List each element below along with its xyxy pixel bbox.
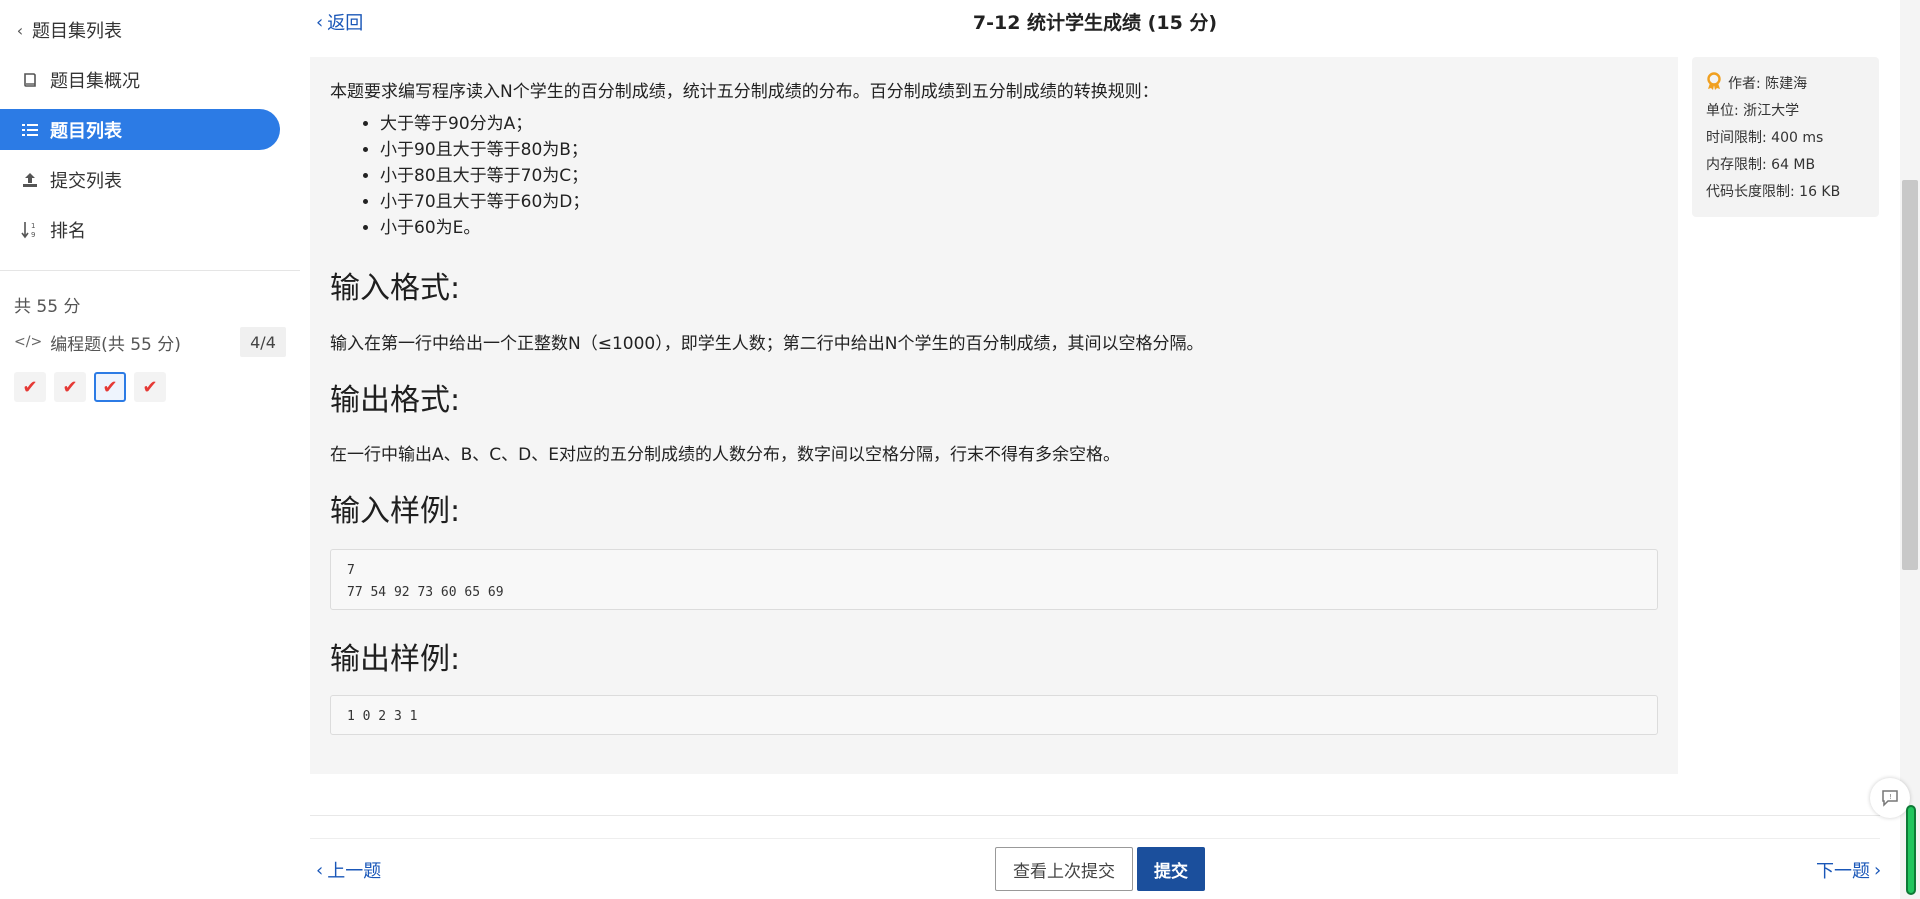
back-link[interactable]: ‹ 返回 [316,10,364,35]
problem-status-4[interactable]: ✔ [134,372,166,402]
problem-status-list: ✔ ✔ ✔ ✔ [14,372,166,402]
problem-status-3[interactable]: ✔ [94,372,126,402]
sidebar-item-label: 排名 [50,221,86,242]
time-limit-text: 时间限制: 400 ms [1706,130,1824,146]
problem-content: 本题要求编写程序读入N个学生的百分制成绩，统计五分制成绩的分布。百分制成绩到五分… [310,57,1678,774]
sidebar-item-ranking[interactable]: 19 排名 [18,210,86,250]
problem-status-2[interactable]: ✔ [54,372,86,402]
next-label: 下一题 [1816,861,1870,882]
list-item: 大于等于90分为A； [380,111,589,137]
sidebar-item-label: 提交列表 [50,171,122,192]
category-count-badge: 4/4 [240,327,286,357]
memory-limit-text: 内存限制: 64 MB [1706,157,1816,173]
book-icon [18,72,42,88]
author-text: 作者: 陈建海 [1728,76,1808,92]
footer-divider-2 [310,838,1880,839]
problem-intro: 本题要求编写程序读入N个学生的百分制成绩，统计五分制成绩的分布。百分制成绩到五分… [330,82,1159,102]
author-row: 作者: 陈建海 [1706,71,1865,98]
input-format-text: 输入在第一行中给出一个正整数N（≤1000），即学生人数；第二行中给出N个学生的… [330,334,1204,354]
sidebar: ‹ 题目集列表 题目集概况 题目列表 提交列表 19 排名 共 55 分 </>… [0,0,300,899]
svg-text:9: 9 [31,231,35,239]
sample-output-heading: 输出样例: [330,642,461,677]
category-programming[interactable]: </> 编程题(共 55 分) 4/4 [14,327,286,357]
output-format-heading: 输出格式: [330,383,461,418]
list-item: 小于90且大于等于80为B； [380,137,589,163]
problem-status-1[interactable]: ✔ [14,372,46,402]
input-format-heading: 输入格式: [330,271,461,306]
view-last-submission-button[interactable]: 查看上次提交 [995,847,1133,891]
sidebar-item-problem-list[interactable]: 题目列表 [0,109,280,150]
sidebar-item-submissions[interactable]: 提交列表 [18,160,122,200]
medal-icon [1706,71,1722,98]
list-item: 小于80且大于等于70为C； [380,163,589,189]
next-problem-link[interactable]: 下一题 › [1816,857,1881,883]
svg-text:1: 1 [31,222,35,230]
sample-input-heading: 输入样例: [330,494,461,529]
code-icon: </> [14,334,43,350]
scrollbar-thumb[interactable] [1902,180,1918,570]
rules-list: 大于等于90分为A； 小于90且大于等于80为B； 小于80且大于等于70为C；… [380,111,589,241]
chevron-right-icon: › [1874,859,1882,881]
prev-label: 上一题 [327,861,382,882]
total-score: 共 55 分 [14,297,81,317]
page-title: 7-12 统计学生成绩 (15 分) [972,12,1218,34]
sidebar-item-label: 题目列表 [50,120,122,142]
prev-problem-link[interactable]: ‹ 上一题 [316,857,381,883]
output-format-text: 在一行中输出A、B、C、D、E对应的五分制成绩的人数分布，数字间以空格分隔，行末… [330,445,1120,465]
footer-divider [310,815,1880,816]
status-widget-bar[interactable] [1906,805,1916,895]
sidebar-item-label: 题目集概况 [50,71,140,92]
list-item: 小于70且大于等于60为D； [380,189,589,215]
sidebar-divider [0,270,300,271]
list-item: 小于60为E。 [380,215,589,241]
chevron-left-icon: ‹ [316,859,324,881]
chevron-left-icon: ‹ [16,20,24,40]
sidebar-back-link[interactable]: ‹ 题目集列表 [12,10,122,50]
svg-text:!: ! [1889,793,1892,801]
problem-info-panel: 作者: 陈建海 单位: 浙江大学 时间限制: 400 ms 内存限制: 64 M… [1692,57,1879,217]
submit-button[interactable]: 提交 [1137,847,1205,891]
back-label: 返回 [327,13,364,34]
list-icon [18,123,42,137]
sidebar-back-label: 题目集列表 [32,21,122,42]
sample-input-code[interactable]: 7 77 54 92 73 60 65 69 [330,549,1658,610]
sidebar-item-overview[interactable]: 题目集概况 [18,60,140,100]
category-label: 编程题(共 55 分) [50,334,181,355]
sort-numeric-icon: 19 [18,221,42,239]
unit-text: 单位: 浙江大学 [1706,103,1800,119]
chevron-left-icon: ‹ [316,11,324,33]
feedback-icon[interactable]: ! [1870,778,1910,818]
sample-output-code[interactable]: 1 0 2 3 1 [330,695,1658,735]
upload-icon [18,172,42,188]
code-limit-text: 代码长度限制: 16 KB [1706,184,1841,200]
